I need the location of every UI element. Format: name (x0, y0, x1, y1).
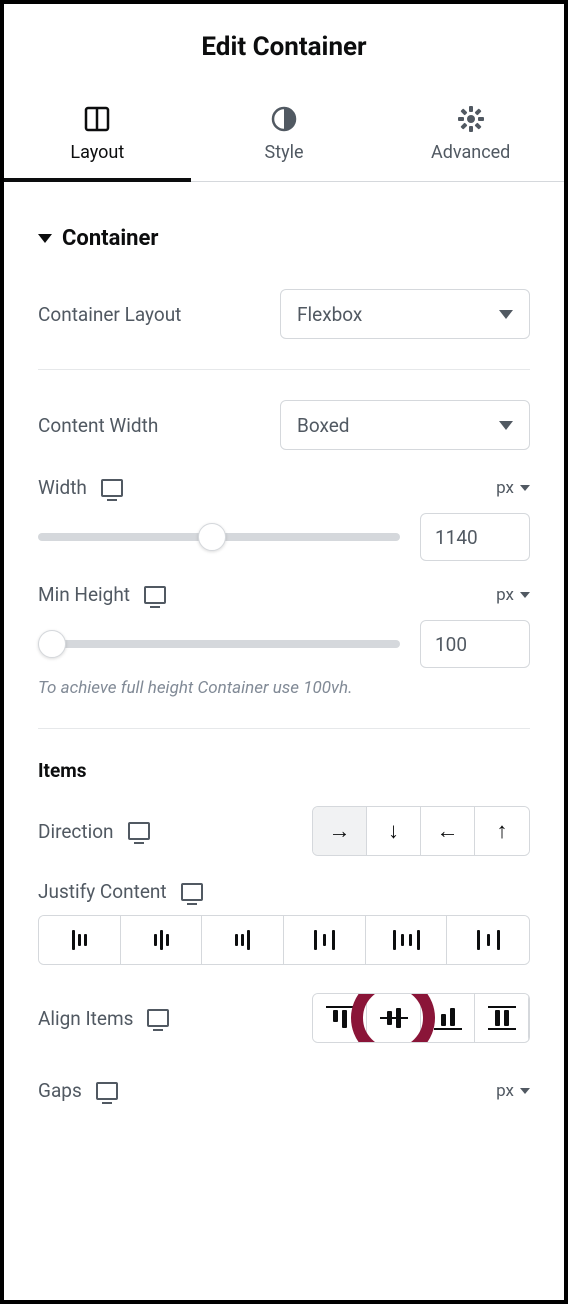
direction-group: → ↓ ← ↑ (312, 806, 530, 856)
unit-value: px (496, 585, 514, 605)
label-container-layout: Container Layout (38, 303, 181, 326)
tabs: Layout Style Advanced (4, 86, 564, 182)
divider (38, 369, 530, 370)
desktop-icon[interactable] (96, 1082, 118, 1100)
slider-thumb[interactable] (38, 630, 66, 658)
arrow-right-icon: → (329, 818, 351, 844)
tab-label: Layout (70, 142, 124, 163)
justify-group (38, 915, 530, 965)
slider-row-minheight (38, 620, 530, 668)
direction-column-reverse[interactable]: ↑ (475, 807, 529, 855)
align-stretch-icon (488, 1006, 516, 1030)
label-gaps: Gaps (38, 1079, 82, 1102)
unit-value: px (496, 1081, 514, 1101)
control-direction: Direction → ↓ ← ↑ (38, 806, 530, 856)
slider-row-width (38, 513, 530, 561)
justify-start[interactable] (39, 916, 121, 964)
align-start-icon (326, 1006, 354, 1030)
direction-row[interactable]: → (313, 807, 367, 855)
slider-track (38, 640, 400, 648)
justify-around-icon (393, 930, 420, 950)
justify-center-icon (154, 930, 169, 950)
caret-down-icon (38, 234, 52, 243)
label-content-width: Content Width (38, 414, 158, 437)
control-minheight-header: Min Height px (38, 583, 530, 606)
input-width[interactable] (420, 513, 530, 561)
justify-between-icon (314, 930, 335, 950)
desktop-icon[interactable] (144, 586, 166, 604)
control-content-width: Content Width Boxed (38, 400, 530, 450)
slider-width[interactable] (38, 523, 400, 551)
label-justify: Justify Content (38, 880, 167, 903)
align-center-icon (380, 1006, 408, 1030)
control-justify-header: Justify Content (38, 880, 530, 903)
desktop-icon[interactable] (101, 479, 123, 497)
label-align-items: Align Items (38, 1007, 133, 1030)
select-value: Flexbox (297, 303, 362, 326)
input-min-height[interactable] (420, 620, 530, 668)
control-align-items: Align Items (38, 993, 530, 1043)
align-stretch[interactable] (475, 994, 529, 1042)
align-end-icon (434, 1006, 462, 1030)
layout-icon (84, 106, 110, 132)
panel-body: Container Container Layout Flexbox Conte… (4, 182, 564, 1102)
align-end[interactable] (421, 994, 475, 1042)
unit-picker-width[interactable]: px (496, 478, 530, 498)
align-group (312, 993, 530, 1043)
hint-min-height: To achieve full height Container use 100… (38, 678, 530, 698)
chevron-down-icon (520, 485, 530, 491)
justify-center[interactable] (121, 916, 203, 964)
justify-evenly-icon (477, 930, 500, 950)
label-min-height: Min Height (38, 583, 130, 606)
subheading-items: Items (38, 759, 530, 782)
arrow-down-icon: ↓ (388, 818, 399, 844)
slider-thumb[interactable] (198, 523, 226, 551)
select-content-width[interactable]: Boxed (280, 400, 530, 450)
gear-icon (458, 106, 484, 132)
justify-end[interactable] (202, 916, 284, 964)
select-value: Boxed (297, 414, 350, 437)
justify-between[interactable] (284, 916, 366, 964)
unit-picker-minheight[interactable]: px (496, 585, 530, 605)
align-start[interactable] (313, 994, 367, 1042)
arrow-up-icon: ↑ (497, 818, 508, 844)
justify-end-icon (235, 930, 250, 950)
panel-title: Edit Container (4, 32, 564, 62)
chevron-down-icon (520, 592, 530, 598)
chevron-down-icon (499, 421, 513, 430)
tab-advanced[interactable]: Advanced (377, 86, 564, 181)
style-icon (271, 106, 297, 132)
direction-column[interactable]: ↓ (367, 807, 421, 855)
tab-label: Style (265, 142, 304, 163)
chevron-down-icon (520, 1088, 530, 1094)
justify-around[interactable] (366, 916, 448, 964)
control-gaps: Gaps px (38, 1079, 530, 1102)
control-width-header: Width px (38, 476, 530, 499)
label-direction: Direction (38, 820, 114, 843)
unit-value: px (496, 478, 514, 498)
direction-row-reverse[interactable]: ← (421, 807, 475, 855)
divider (38, 728, 530, 729)
section-toggle-container[interactable]: Container (38, 226, 530, 251)
control-container-layout: Container Layout Flexbox (38, 289, 530, 339)
align-center[interactable] (367, 994, 421, 1042)
desktop-icon[interactable] (181, 883, 203, 901)
panel-header: Edit Container (4, 4, 564, 86)
arrow-left-icon: ← (437, 818, 459, 844)
justify-start-icon (72, 930, 87, 950)
tab-layout[interactable]: Layout (4, 86, 191, 181)
tab-style[interactable]: Style (191, 86, 378, 181)
select-container-layout[interactable]: Flexbox (280, 289, 530, 339)
slider-min-height[interactable] (38, 630, 400, 658)
unit-picker-gaps[interactable]: px (496, 1081, 530, 1101)
desktop-icon[interactable] (128, 822, 150, 840)
section-title: Container (62, 226, 158, 251)
chevron-down-icon (499, 310, 513, 319)
desktop-icon[interactable] (147, 1009, 169, 1027)
justify-evenly[interactable] (447, 916, 529, 964)
tab-label: Advanced (431, 142, 510, 163)
label-width: Width (38, 476, 87, 499)
